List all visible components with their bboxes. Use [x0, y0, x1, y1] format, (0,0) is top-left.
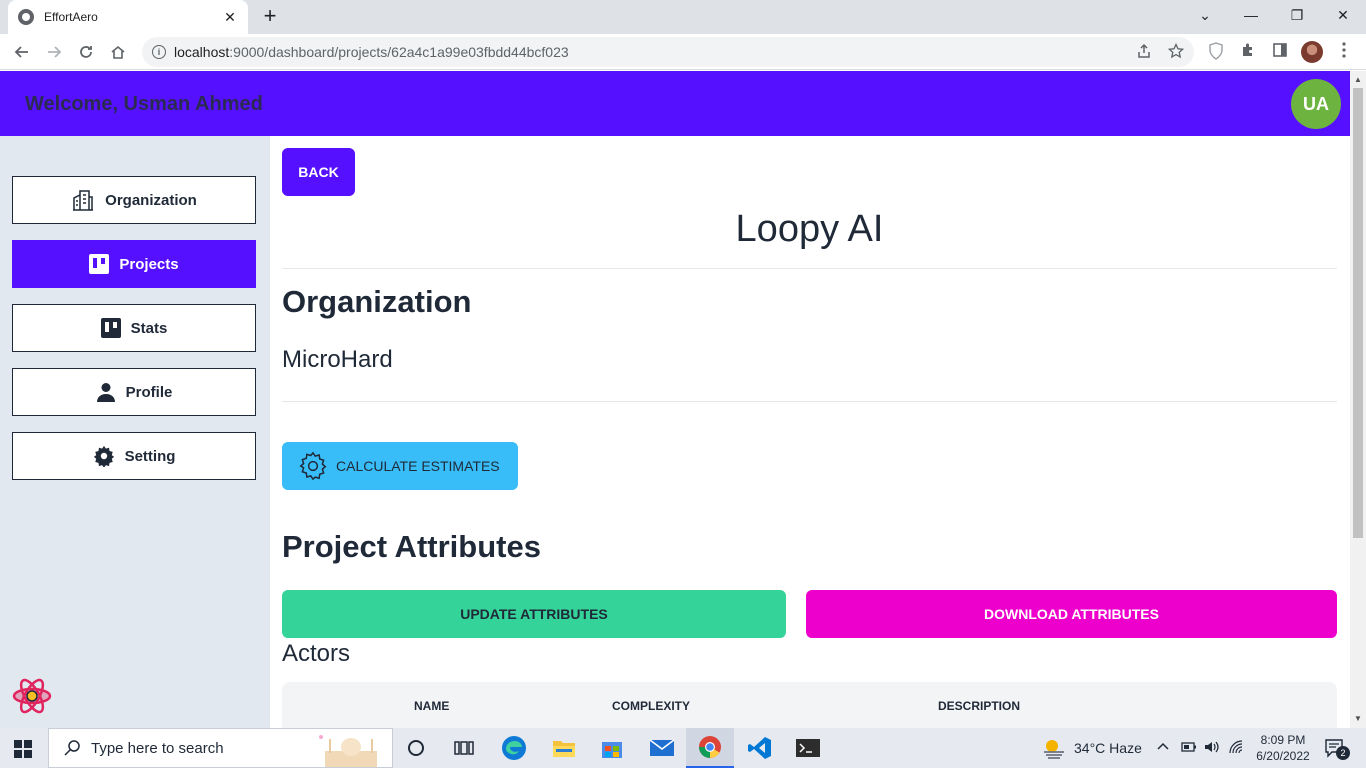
- column-header-complexity[interactable]: COMPLEXITY: [612, 699, 690, 713]
- browser-profile-avatar[interactable]: [1301, 41, 1323, 63]
- terminal-icon[interactable]: [794, 734, 822, 762]
- close-window-button[interactable]: ✕: [1320, 0, 1366, 30]
- react-devtools-icon[interactable]: [12, 676, 52, 716]
- sidebar-item-label: Projects: [119, 255, 179, 273]
- volume-icon[interactable]: [1204, 740, 1220, 757]
- building-icon: [71, 188, 95, 212]
- close-tab-icon[interactable]: ✕: [222, 9, 238, 26]
- app-header: Welcome, Usman Ahmed UA: [0, 71, 1350, 136]
- sidebar-item-projects[interactable]: Projects: [12, 240, 256, 288]
- widgets-icon[interactable]: [450, 734, 478, 762]
- scroll-down-icon[interactable]: ▼: [1354, 714, 1362, 723]
- edge-browser-icon[interactable]: [500, 734, 528, 762]
- bookmark-star-icon[interactable]: [1167, 42, 1185, 64]
- globe-icon: [18, 9, 34, 25]
- organization-name: MicroHard: [282, 346, 393, 373]
- restore-button[interactable]: ❐: [1274, 0, 1320, 30]
- trello-board-icon: [100, 318, 121, 338]
- trello-board-icon: [89, 254, 110, 274]
- share-icon[interactable]: [1136, 43, 1152, 64]
- tab-search-icon[interactable]: ⌄: [1182, 0, 1228, 30]
- search-icon: [64, 740, 80, 756]
- divider: [282, 401, 1337, 402]
- windows-start-icon[interactable]: [14, 740, 32, 758]
- sidebar-item-label: Stats: [130, 319, 168, 337]
- update-attributes-button[interactable]: UPDATE ATTRIBUTES: [282, 590, 786, 638]
- extensions-puzzle-icon[interactable]: [1238, 42, 1258, 63]
- url-text: localhost:9000/dashboard/projects/62a4c1…: [174, 44, 569, 60]
- shield-extension-icon[interactable]: [1206, 42, 1226, 65]
- notification-center-icon[interactable]: 2: [1324, 738, 1350, 761]
- home-icon[interactable]: [106, 40, 130, 64]
- calculate-estimates-label: CALCULATE ESTIMATES: [336, 458, 500, 474]
- weather-haze-icon[interactable]: [1042, 736, 1066, 763]
- network-icon[interactable]: [1229, 740, 1245, 757]
- user-icon: [96, 382, 116, 402]
- site-info-icon[interactable]: i: [152, 45, 166, 59]
- organization-heading: Organization: [282, 284, 472, 319]
- download-attributes-button[interactable]: DOWNLOAD ATTRIBUTES: [806, 590, 1337, 638]
- show-hidden-icons-chevron-icon[interactable]: [1157, 740, 1169, 756]
- sidebar-item-label: Organization: [105, 191, 197, 209]
- welcome-text: Welcome, Usman Ahmed: [25, 93, 263, 115]
- sidebar-item-setting[interactable]: Setting: [12, 432, 256, 480]
- new-tab-button[interactable]: +: [258, 4, 282, 28]
- sidebar-item-organization[interactable]: Organization: [12, 176, 256, 224]
- file-explorer-icon[interactable]: [550, 734, 578, 762]
- taj-mahal-search-highlight-icon: [319, 735, 377, 767]
- search-placeholder: Type here to search: [91, 739, 224, 757]
- forward-arrow-icon[interactable]: [42, 40, 66, 64]
- sidebar-item-profile[interactable]: Profile: [12, 368, 256, 416]
- actors-table-header: NAME COMPLEXITY DESCRIPTION: [282, 682, 1337, 728]
- project-attributes-heading: Project Attributes: [282, 529, 541, 564]
- scroll-up-icon[interactable]: ▲: [1354, 75, 1362, 84]
- back-arrow-icon[interactable]: [10, 40, 34, 64]
- project-title: Loopy AI: [735, 208, 884, 250]
- side-panel-icon[interactable]: [1270, 42, 1290, 63]
- notification-count-badge: 2: [1336, 746, 1350, 760]
- gear-icon: [93, 445, 115, 467]
- reload-icon[interactable]: [74, 40, 98, 64]
- column-header-name[interactable]: NAME: [414, 699, 449, 713]
- sidebar-item-stats[interactable]: Stats: [12, 304, 256, 352]
- vscode-icon[interactable]: [746, 734, 774, 762]
- browser-toolbar: i localhost:9000/dashboard/projects/62a4…: [0, 34, 1366, 70]
- sidebar-item-label: Setting: [124, 447, 176, 465]
- actors-heading: Actors: [282, 640, 351, 667]
- taskbar-search-box[interactable]: Type here to search: [48, 728, 393, 768]
- clock-time: 8:09 PM: [1260, 733, 1306, 747]
- main-content: BACK Loopy AI Organization MicroHard CAL…: [270, 136, 1350, 728]
- page-scrollbar[interactable]: ▲ ▼: [1350, 71, 1366, 728]
- column-header-description[interactable]: DESCRIPTION: [938, 699, 1020, 713]
- tab-title: EffortAero: [44, 10, 98, 24]
- microsoft-store-icon[interactable]: [598, 734, 626, 762]
- divider: [282, 268, 1337, 269]
- battery-icon[interactable]: [1181, 740, 1197, 756]
- chrome-taskbar-icon[interactable]: [686, 728, 734, 768]
- sidebar-item-label: Profile: [125, 383, 173, 401]
- back-button[interactable]: BACK: [282, 148, 355, 196]
- windows-taskbar: Type here to search 34°C Haze 8:09 PM 6/…: [0, 728, 1366, 768]
- taskbar-clock[interactable]: 8:09 PM 6/20/2022: [1253, 732, 1313, 764]
- scroll-thumb[interactable]: [1353, 88, 1363, 538]
- gear-icon: [298, 451, 328, 481]
- menu-dots-icon[interactable]: [1334, 42, 1354, 63]
- browser-tabbar: EffortAero ✕ + ⌄ — ❐ ✕: [0, 0, 1366, 34]
- minimize-button[interactable]: —: [1228, 0, 1274, 30]
- address-bar[interactable]: i localhost:9000/dashboard/projects/62a4…: [142, 37, 1194, 67]
- calculate-estimates-button[interactable]: CALCULATE ESTIMATES: [282, 442, 518, 490]
- mail-icon[interactable]: [648, 734, 676, 762]
- browser-tab[interactable]: EffortAero ✕: [8, 0, 248, 34]
- task-view-icon[interactable]: [402, 734, 430, 762]
- weather-text[interactable]: 34°C Haze: [1074, 740, 1142, 756]
- user-avatar[interactable]: UA: [1291, 79, 1341, 129]
- sidebar: Organization Projects Stats Profile Sett…: [0, 136, 270, 728]
- clock-date: 6/20/2022: [1256, 749, 1310, 763]
